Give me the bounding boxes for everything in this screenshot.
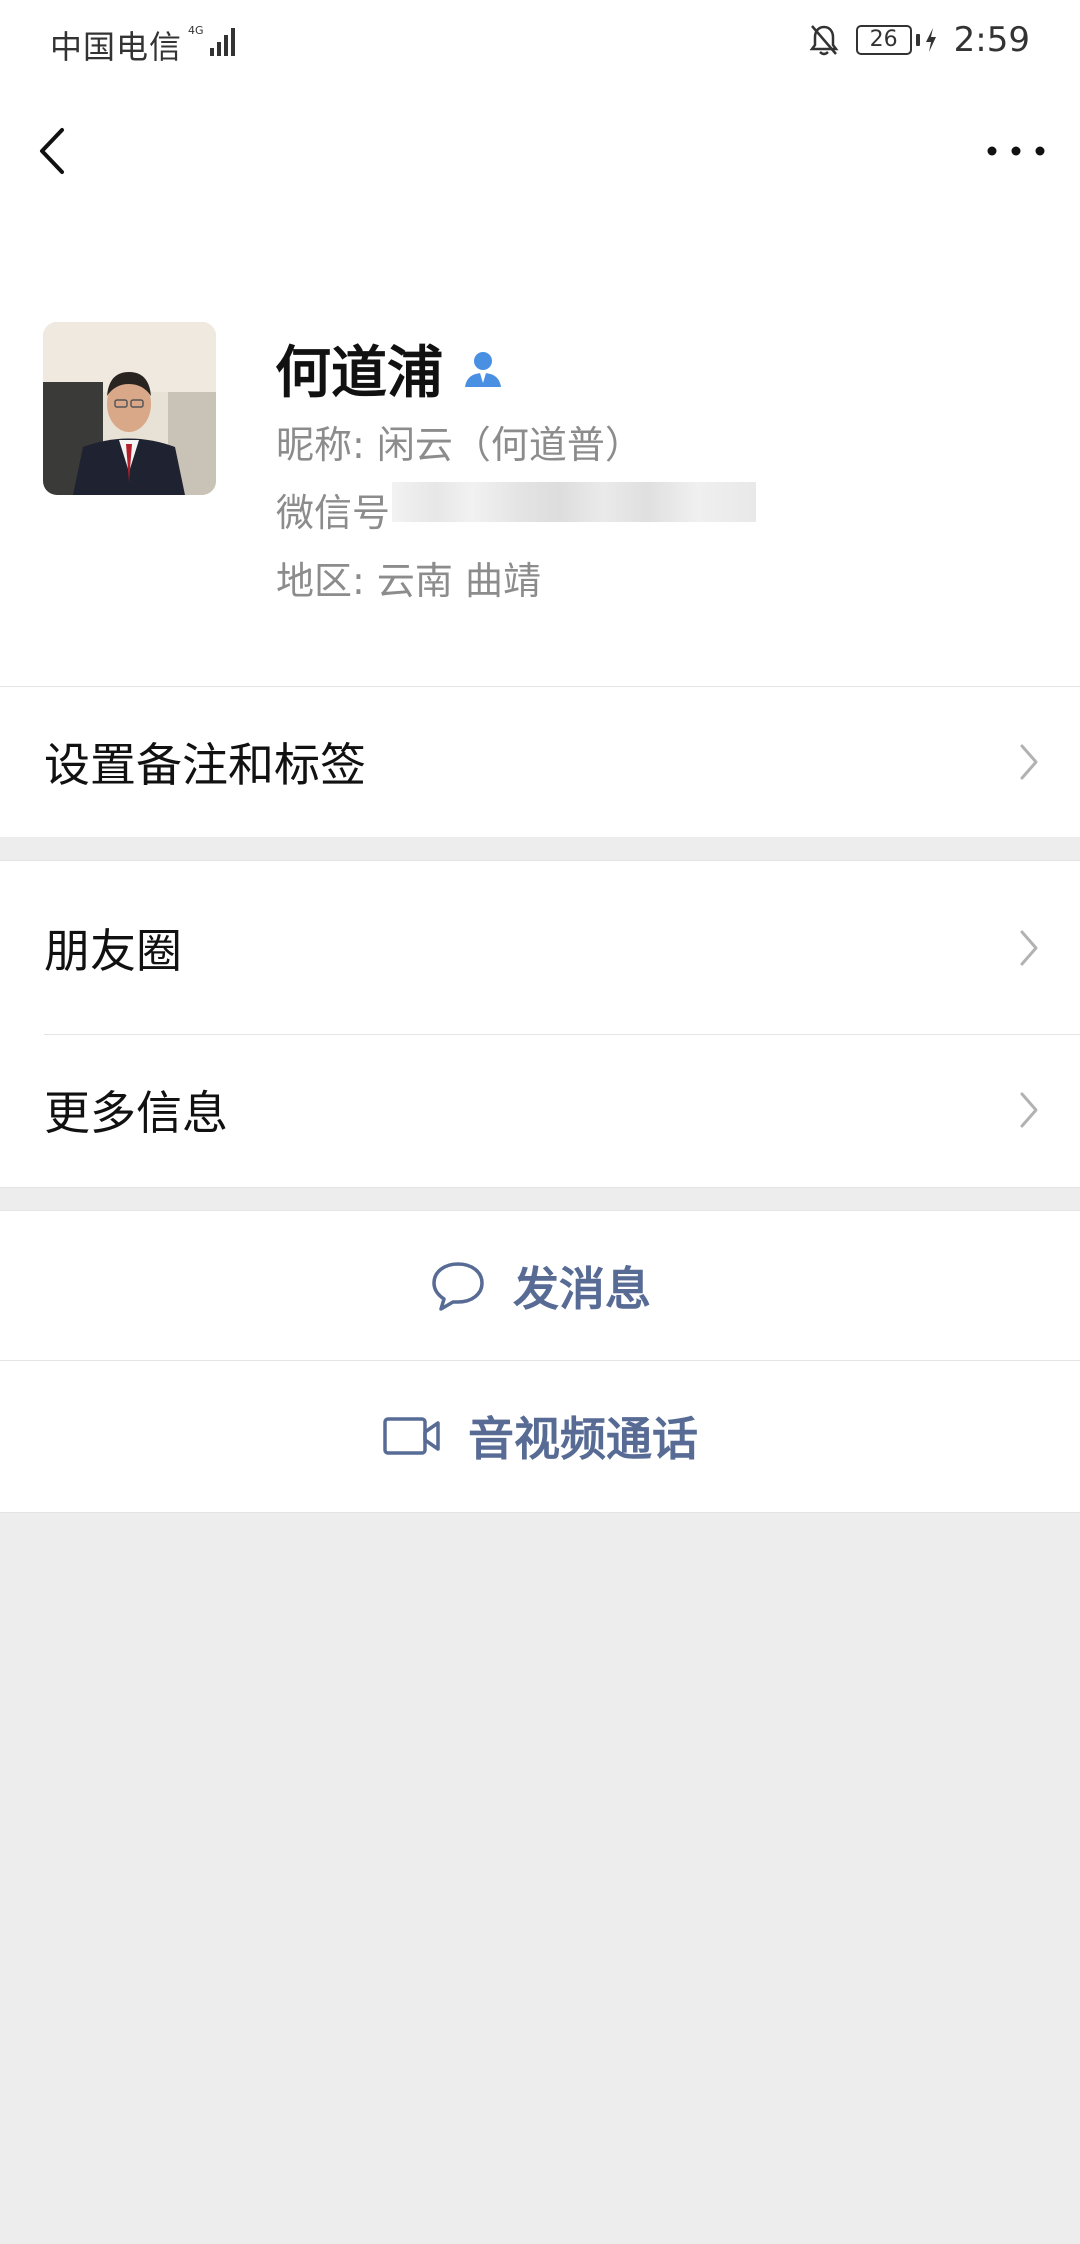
wechat-id-label: 微信号 [276,491,391,535]
more-options-button[interactable] [980,126,1052,176]
chevron-right-icon [1020,744,1038,780]
profile-header: 中国电信 4G 26 2:59 何道浦 昵称: 闲云（何道普） 微信号 地区: … [0,0,1080,687]
carrier-label: 中国电信 [50,28,183,66]
chevron-right-icon [1020,930,1038,966]
avatar[interactable] [43,322,216,495]
avatar-photo [43,322,216,495]
chat-bubble-icon [432,1262,484,1311]
contact-profile-screen: 中国电信 4G 26 2:59 何道浦 昵称: 闲云（何道普） 微信号 地区: … [0,0,1080,2244]
more-info-label: 更多信息 [44,1086,228,1140]
info-card: 朋友圈 更多信息 [0,860,1080,1188]
name-row: 何道浦 [275,328,505,409]
send-message-label: 发消息 [513,1262,651,1316]
clock-time: 2:59 [953,20,1030,60]
remark-tags-label: 设置备注和标签 [44,738,366,792]
charging-bolt-icon [925,28,936,52]
video-call-button[interactable]: 音视频通话 [0,1361,1080,1511]
battery-tip [915,34,920,46]
contact-name: 何道浦 [275,341,443,406]
signal-icon: 4G [188,24,235,56]
status-right: 26 2:59 [808,20,1030,60]
wechat-id-redacted [392,482,756,522]
region-line: 地区: 云南 曲靖 [276,559,541,603]
actions-card: 发消息 音视频通话 [0,1210,1080,1513]
moments-row[interactable]: 朋友圈 [0,861,1080,1035]
battery-indicator: 26 [855,25,938,55]
video-camera-icon [383,1417,440,1455]
chevron-right-icon [1020,1092,1038,1128]
mute-bell-icon [809,25,839,56]
nickname-line: 昵称: 闲云（何道普） [276,423,643,467]
contact-user-icon [465,351,501,387]
svg-text:4G: 4G [188,24,204,37]
send-message-button[interactable]: 发消息 [0,1211,1080,1361]
more-info-row[interactable]: 更多信息 [0,1035,1080,1185]
remark-card: 设置备注和标签 [0,687,1080,837]
back-button[interactable] [28,116,78,186]
video-call-label: 音视频通话 [468,1412,698,1466]
battery-level: 26 [855,25,912,55]
remark-tags-row[interactable]: 设置备注和标签 [0,687,1080,837]
status-bar: 中国电信 4G 26 2:59 [0,0,1080,86]
moments-label: 朋友圈 [44,924,182,978]
